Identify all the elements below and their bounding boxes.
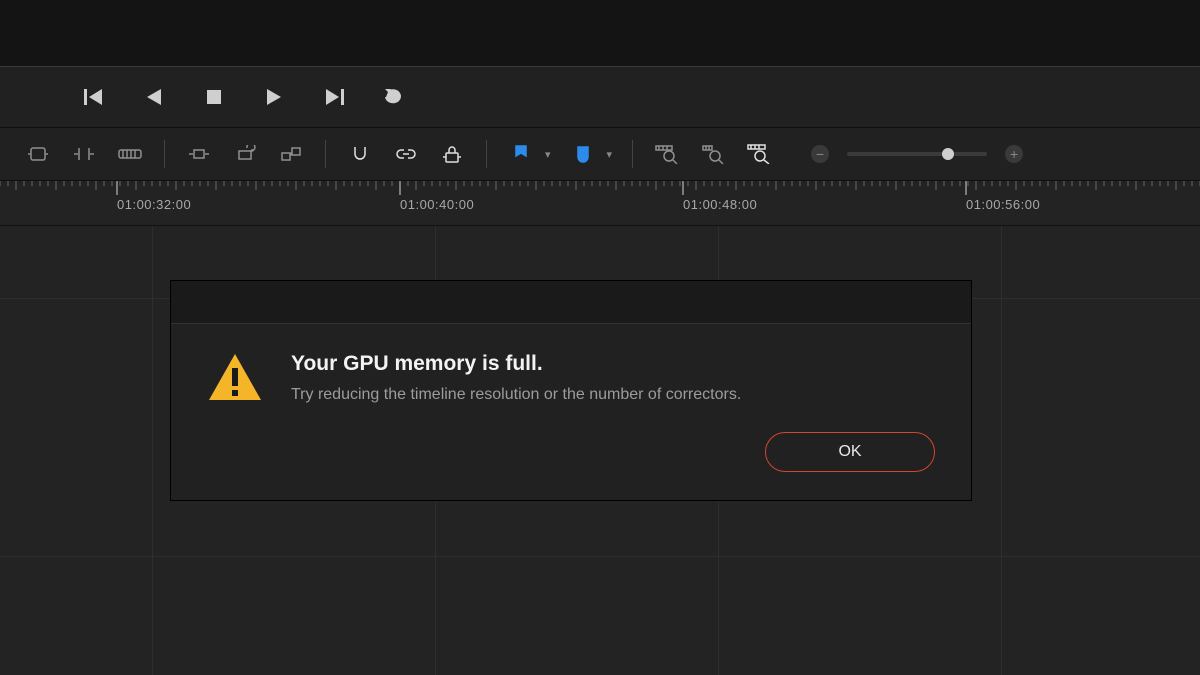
play-reverse-button[interactable] xyxy=(140,83,168,111)
flag-button[interactable] xyxy=(501,138,541,170)
overwrite-clip-button[interactable] xyxy=(225,138,265,170)
timecode-label: 01:00:40:00 xyxy=(400,197,474,212)
loop-button[interactable] xyxy=(380,83,408,111)
marker-button[interactable] xyxy=(563,138,603,170)
zoom-slider[interactable] xyxy=(847,152,987,156)
timeline-gridline xyxy=(152,226,153,675)
zoom-out-button[interactable]: − xyxy=(811,145,829,163)
toolbar-divider xyxy=(164,140,165,168)
custom-zoom-button[interactable] xyxy=(739,138,779,170)
dialog-title: Your GPU memory is full. xyxy=(291,352,741,376)
stop-button[interactable] xyxy=(200,83,228,111)
detail-zoom-button[interactable] xyxy=(693,138,733,170)
snapping-button[interactable] xyxy=(340,138,380,170)
flag-dropdown[interactable]: ▾ xyxy=(545,148,551,161)
ok-button[interactable]: OK xyxy=(765,432,935,472)
dialog-message: Try reducing the timeline resolution or … xyxy=(291,386,741,404)
zoom-in-button[interactable]: + xyxy=(1005,145,1023,163)
timeline-track-divider xyxy=(0,556,1200,557)
skip-to-end-button[interactable] xyxy=(320,83,348,111)
position-lock-button[interactable] xyxy=(432,138,472,170)
ruler-ticks: minor/major ticks xyxy=(0,181,1200,195)
window-titlebar-area xyxy=(0,0,1200,67)
toolbar-divider xyxy=(632,140,633,168)
playback-controls xyxy=(0,67,1200,127)
timecode-label: 01:00:56:00 xyxy=(966,197,1040,212)
replace-clip-button[interactable] xyxy=(271,138,311,170)
trim-mode-button[interactable] xyxy=(64,138,104,170)
play-button[interactable] xyxy=(260,83,288,111)
dynamic-trim-button[interactable] xyxy=(110,138,150,170)
warning-icon xyxy=(207,352,263,404)
timecode-label: 01:00:48:00 xyxy=(683,197,757,212)
toolbar-divider xyxy=(486,140,487,168)
error-dialog: Your GPU memory is full. Try reducing th… xyxy=(170,280,972,501)
skip-to-start-button[interactable] xyxy=(80,83,108,111)
timecode-label: 01:00:32:00 xyxy=(117,197,191,212)
timeline-ruler[interactable]: minor/major ticks 01:00:32:00 01:00:40:0… xyxy=(0,181,1200,226)
dialog-titlebar[interactable] xyxy=(171,281,971,324)
timeline-toolbar: ▾ ▾ − + xyxy=(0,127,1200,181)
full-extent-zoom-button[interactable] xyxy=(647,138,687,170)
zoom-slider-knob[interactable] xyxy=(942,148,954,160)
timeline-gridline xyxy=(1001,226,1002,675)
insert-clip-button[interactable] xyxy=(179,138,219,170)
marker-dropdown[interactable]: ▾ xyxy=(607,148,613,161)
selection-mode-button[interactable] xyxy=(18,138,58,170)
linked-selection-button[interactable] xyxy=(386,138,426,170)
toolbar-divider xyxy=(325,140,326,168)
